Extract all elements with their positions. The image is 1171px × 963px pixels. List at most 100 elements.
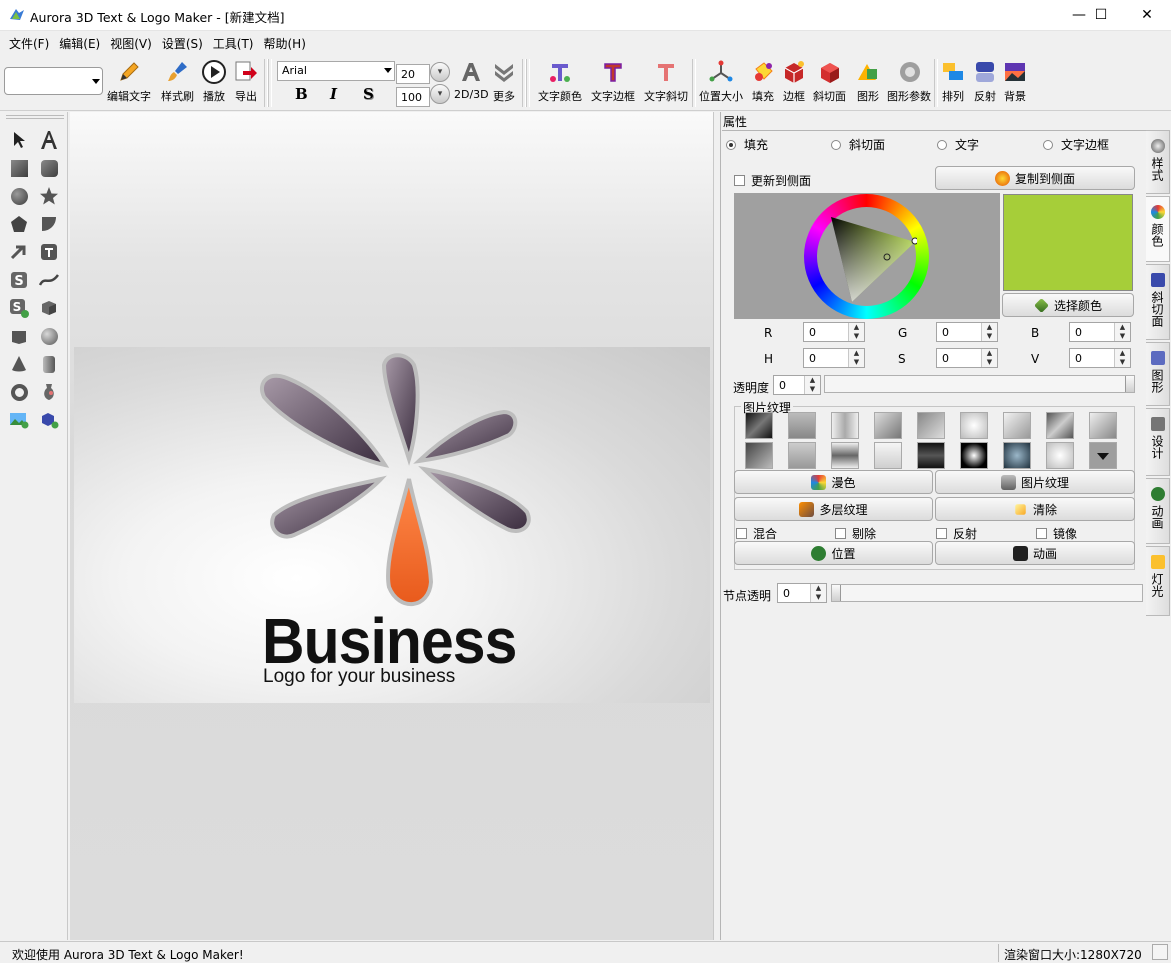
add-text-shape-tool[interactable]: S — [6, 295, 32, 321]
pentagon-tool[interactable] — [6, 211, 32, 237]
bold-button[interactable]: B — [295, 85, 308, 103]
texture-swatch[interactable] — [831, 412, 859, 439]
add-svg-tool[interactable] — [36, 407, 62, 433]
update-side-checkbox[interactable]: 更新到侧面 — [734, 172, 811, 189]
color-wheel-panel[interactable] — [734, 193, 1000, 319]
s-input[interactable]: 0 ▲ ▼ — [936, 348, 998, 368]
texture-swatch[interactable] — [1046, 442, 1074, 469]
mode-2d3d-button[interactable]: 2D/3D — [454, 59, 489, 107]
pick-color-button[interactable]: 选择颜色 — [1002, 293, 1134, 317]
italic-button[interactable]: I — [330, 85, 337, 103]
cylinder-tool[interactable] — [36, 351, 62, 377]
opacity-input[interactable]: 0 ▲ ▼ — [773, 375, 821, 395]
tab-text[interactable]: 文字 — [937, 136, 979, 153]
texture-swatch[interactable] — [1046, 412, 1074, 439]
maximize-button[interactable]: ☐ — [1078, 0, 1124, 30]
torus-tool[interactable] — [6, 379, 32, 405]
tab-fill[interactable]: 填充 — [726, 136, 768, 153]
texture-swatch[interactable] — [917, 412, 945, 439]
s-shape-tool[interactable]: S — [6, 267, 32, 293]
opacity-slider[interactable] — [824, 375, 1135, 393]
text-border-button[interactable]: 文字边框 — [591, 59, 635, 107]
opacity-slider-thumb[interactable] — [1125, 376, 1134, 392]
vtab-shape[interactable]: 图形 — [1146, 342, 1170, 406]
node-opacity-thumb[interactable] — [832, 585, 841, 601]
blend-checkbox[interactable]: 混合 — [736, 525, 777, 542]
spin-arrows-icon[interactable]: ▲ ▼ — [804, 376, 820, 394]
font-depth-dropdown-icon[interactable]: ▾ — [430, 84, 450, 104]
text-color-button[interactable]: 文字颜色 — [538, 59, 582, 107]
cone-tool[interactable] — [6, 351, 32, 377]
font-size-dropdown-icon[interactable]: ▾ — [430, 62, 450, 82]
spin-arrows-icon[interactable]: ▲ ▼ — [848, 323, 864, 341]
fill-button[interactable]: 填充 — [750, 59, 776, 107]
texture-swatch[interactable] — [960, 442, 988, 469]
texture-swatch[interactable] — [1003, 442, 1031, 469]
spin-arrows-icon[interactable]: ▲ ▼ — [981, 349, 997, 367]
spin-arrows-icon[interactable]: ▲ ▼ — [810, 584, 826, 602]
vase-tool[interactable] — [36, 379, 62, 405]
node-opacity-input[interactable]: 0 ▲ ▼ — [777, 583, 827, 603]
position-button[interactable]: 位置 — [734, 541, 933, 565]
resize-grip[interactable] — [1152, 944, 1168, 960]
menu-edit[interactable]: 编辑(E) — [54, 35, 105, 52]
border-button[interactable]: 边框 — [781, 59, 807, 107]
texture-swatch[interactable] — [874, 412, 902, 439]
box-tool[interactable] — [6, 323, 32, 349]
text-box-tool[interactable] — [36, 239, 62, 265]
texture-swatch[interactable] — [1003, 412, 1031, 439]
menu-help[interactable]: 帮助(H) — [259, 35, 311, 52]
flower-logo-graphic[interactable] — [249, 347, 549, 627]
spin-arrows-icon[interactable]: ▲ ▼ — [1114, 323, 1130, 341]
text-tool[interactable] — [36, 127, 62, 153]
logo-tagline-text[interactable]: Logo for your business — [263, 666, 455, 688]
quarter-shape-tool[interactable] — [36, 211, 62, 237]
export-button[interactable]: 导出 — [233, 59, 259, 107]
add-image-tool[interactable] — [6, 407, 32, 433]
spin-arrows-icon[interactable]: ▲ ▼ — [848, 349, 864, 367]
menu-view[interactable]: 视图(V) — [105, 35, 157, 52]
style-combo[interactable] — [4, 67, 103, 95]
r-input[interactable]: 0 ▲ ▼ — [803, 322, 865, 342]
shape-params-button[interactable]: 图形参数 — [887, 59, 931, 107]
tab-bevel[interactable]: 斜切面 — [831, 136, 885, 153]
texture-swatch[interactable] — [917, 442, 945, 469]
texture-swatch[interactable] — [788, 442, 816, 469]
mirror-checkbox[interactable]: 镜像 — [1036, 525, 1077, 542]
g-input[interactable]: 0 ▲ ▼ — [936, 322, 998, 342]
arrow-tool[interactable] — [6, 239, 32, 265]
v-input[interactable]: 0 ▲ ▼ — [1069, 348, 1131, 368]
play-button[interactable]: 播放 — [201, 59, 227, 107]
vtab-design[interactable]: 设计 — [1146, 408, 1170, 476]
font-name-combo[interactable]: Arial — [277, 61, 395, 81]
position-size-button[interactable]: 位置大小 — [699, 59, 743, 107]
vtab-animation[interactable]: 动画 — [1146, 478, 1170, 544]
spin-arrows-icon[interactable]: ▲ ▼ — [1114, 349, 1130, 367]
background-button[interactable]: 背景 — [1002, 59, 1028, 107]
style-brush-button[interactable]: 样式刷 — [161, 59, 194, 107]
logo-brand-text[interactable]: Business — [262, 609, 517, 673]
diffuse-button[interactable]: 漫色 — [734, 470, 933, 494]
texture-swatch[interactable] — [831, 442, 859, 469]
path-tool[interactable] — [36, 267, 62, 293]
copy-to-side-button[interactable]: 复制到侧面 — [935, 166, 1135, 190]
edit-text-button[interactable]: 编辑文字 — [107, 59, 151, 107]
animation-button[interactable]: 动画 — [935, 541, 1135, 565]
texture-more-button[interactable] — [1089, 442, 1117, 469]
more-button[interactable]: 更多 — [491, 59, 517, 107]
select-tool[interactable] — [6, 127, 32, 153]
shadow-button[interactable]: S — [363, 85, 374, 103]
texture-swatch[interactable] — [788, 412, 816, 439]
b-input[interactable]: 0 ▲ ▼ — [1069, 322, 1131, 342]
render-preview[interactable]: Business Logo for your business — [74, 347, 710, 703]
cube-tool[interactable] — [36, 295, 62, 321]
font-depth-input[interactable]: 100 — [396, 87, 430, 107]
bevel-button[interactable]: 斜切面 — [813, 59, 846, 107]
canvas-area[interactable]: Business Logo for your business — [70, 112, 714, 940]
menu-tools[interactable]: 工具(T) — [208, 35, 259, 52]
arrange-button[interactable]: 排列 — [940, 59, 966, 107]
vtab-light[interactable]: 灯光 — [1146, 546, 1170, 616]
clear-button[interactable]: 清除 — [935, 497, 1135, 521]
h-input[interactable]: 0 ▲ ▼ — [803, 348, 865, 368]
texture-swatch[interactable] — [874, 442, 902, 469]
